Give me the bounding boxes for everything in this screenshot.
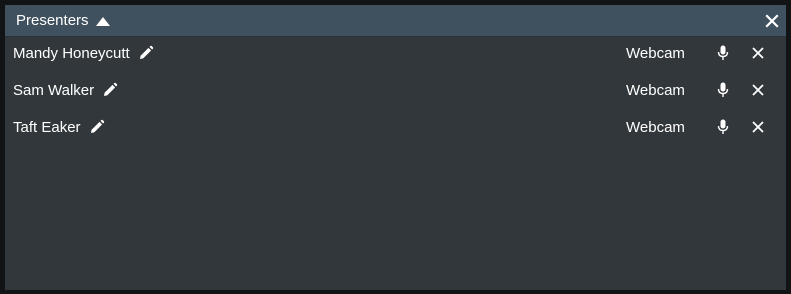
panel-header: Presenters	[5, 5, 786, 37]
source-webcam-button[interactable]: Webcam	[626, 119, 685, 136]
microphone-icon[interactable]	[716, 45, 730, 61]
close-icon[interactable]	[764, 13, 780, 29]
triangle-up-icon[interactable]	[95, 16, 110, 26]
remove-presenter-close-icon[interactable]	[751, 46, 765, 60]
presenter-row: Sam Walker Webcam	[5, 75, 786, 105]
microphone-icon[interactable]	[716, 82, 730, 98]
presenters-panel: Presenters Mandy Honeycutt Webcam Sam Wa…	[5, 5, 786, 290]
panel-title: Presenters	[16, 12, 89, 29]
presenter-row: Taft Eaker Webcam	[5, 112, 786, 142]
presenter-name: Mandy Honeycutt	[13, 44, 130, 62]
presenter-row: Mandy Honeycutt Webcam	[5, 38, 786, 68]
remove-presenter-close-icon[interactable]	[751, 83, 765, 97]
pencil-icon[interactable]	[89, 119, 105, 135]
pencil-icon[interactable]	[138, 45, 154, 61]
pencil-icon[interactable]	[102, 82, 118, 98]
source-webcam-button[interactable]: Webcam	[626, 45, 685, 62]
presenter-name: Sam Walker	[13, 81, 95, 99]
microphone-icon[interactable]	[716, 119, 730, 135]
source-webcam-button[interactable]: Webcam	[626, 82, 685, 99]
presenter-name: Taft Eaker	[13, 118, 81, 136]
remove-presenter-close-icon[interactable]	[751, 120, 765, 134]
